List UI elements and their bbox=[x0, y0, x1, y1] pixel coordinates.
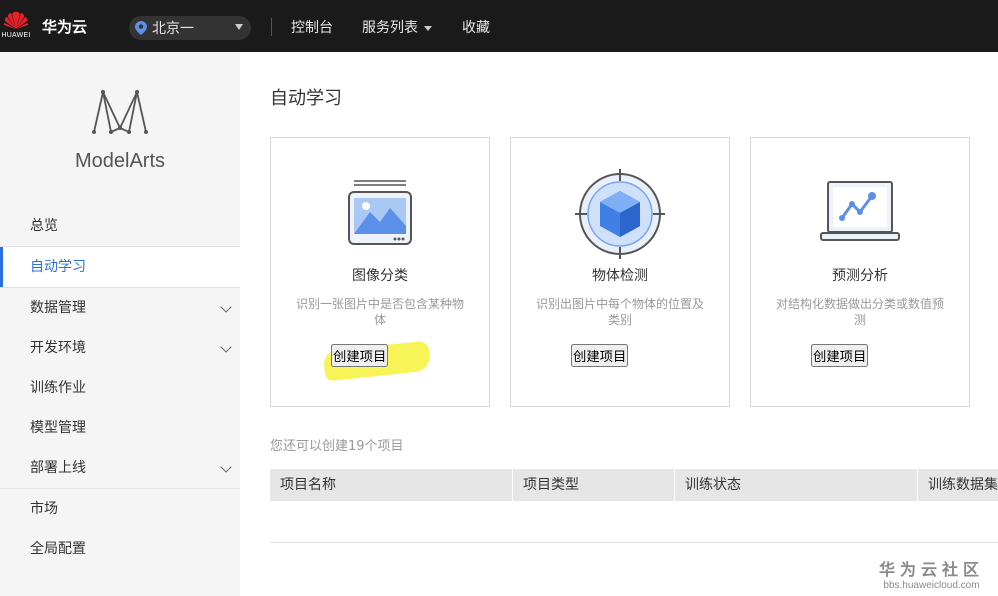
sidebar-item-model-management[interactable]: 模型管理 bbox=[0, 408, 240, 448]
nav-favorites[interactable]: 收藏 bbox=[462, 17, 490, 37]
sidebar-item-auto-learning[interactable]: 自动学习 bbox=[0, 247, 240, 287]
card-title: 物体检测 bbox=[592, 268, 648, 284]
card-illustration bbox=[511, 169, 729, 259]
huawei-flower-icon bbox=[4, 11, 28, 29]
chevron-down-icon bbox=[220, 301, 232, 313]
sidebar-item-dev-environment[interactable]: 开发环境 bbox=[0, 328, 240, 368]
image-classification-icon bbox=[348, 180, 412, 245]
object-detection-icon bbox=[575, 169, 665, 259]
huawei-logo[interactable]: HUAWEI bbox=[2, 10, 30, 44]
card-description: 识别出图片中每个物体的位置及类别 bbox=[536, 297, 705, 327]
sidebar-item-training-jobs[interactable]: 训练作业 bbox=[0, 368, 240, 408]
column-header-project-name[interactable]: 项目名称 bbox=[270, 469, 513, 501]
predictive-analysis-icon bbox=[820, 181, 900, 241]
top-bar: HUAWEI 华为云 北京一 控制台 服务列表 收藏 bbox=[0, 0, 998, 52]
region-selector[interactable]: 北京一 bbox=[129, 16, 251, 40]
card-illustration bbox=[271, 174, 489, 254]
create-project-button-predictive-analysis[interactable]: 创建项目 bbox=[811, 344, 869, 367]
sidebar-item-data-management[interactable]: 数据管理 bbox=[0, 288, 240, 328]
sidebar-item-label: 开发环境 bbox=[30, 340, 86, 356]
sidebar: ModelArts 总览 自动学习 数据管理 开发环境 训练作业 模型管理 部署… bbox=[0, 52, 240, 596]
nav-service-list-label: 服务列表 bbox=[362, 20, 418, 36]
column-header-project-type[interactable]: 项目类型 bbox=[513, 469, 675, 501]
watermark: 华为云社区 bbs.huaweicloud.com bbox=[879, 556, 984, 591]
card-title: 预测分析 bbox=[832, 268, 888, 284]
region-label: 北京一 bbox=[152, 21, 194, 37]
column-header-training-dataset[interactable]: 训练数据集 bbox=[918, 469, 998, 501]
sidebar-item-label: 部署上线 bbox=[30, 460, 86, 476]
watermark-title: 华为云社区 bbox=[878, 560, 984, 579]
card-title: 图像分类 bbox=[352, 268, 408, 284]
modelarts-logo-icon bbox=[92, 89, 148, 134]
product-name: ModelArts bbox=[74, 150, 166, 172]
table-bottom-border bbox=[270, 542, 998, 543]
project-table-header: 项目名称 项目类型 训练状态 训练数据集 bbox=[270, 469, 998, 501]
column-header-training-status[interactable]: 训练状态 bbox=[675, 469, 918, 501]
divider bbox=[271, 18, 272, 36]
brand-name[interactable]: 华为云 bbox=[42, 16, 87, 37]
sidebar-item-global-config[interactable]: 全局配置 bbox=[0, 529, 240, 569]
brand-word: HUAWEI bbox=[1, 32, 31, 39]
sidebar-item-deployment[interactable]: 部署上线 bbox=[0, 448, 240, 488]
caret-down-icon bbox=[235, 24, 243, 30]
create-project-button-image-classification[interactable]: 创建项目 bbox=[331, 344, 389, 367]
page-title: 自动学习 bbox=[270, 88, 342, 109]
sidebar-item-label: 数据管理 bbox=[30, 300, 86, 316]
caret-down-icon bbox=[424, 25, 432, 31]
create-project-button-object-detection[interactable]: 创建项目 bbox=[571, 344, 629, 367]
card-description: 对结构化数据做出分类或数值预测 bbox=[776, 297, 945, 327]
nav-service-list[interactable]: 服务列表 bbox=[362, 17, 432, 37]
remaining-projects-text: 您还可以创建19个项目 bbox=[270, 439, 404, 454]
location-pin-icon bbox=[135, 21, 147, 35]
watermark-url: bbs.huaweicloud.com bbox=[883, 580, 980, 591]
card-illustration bbox=[751, 174, 969, 254]
chevron-down-icon bbox=[220, 461, 232, 473]
sidebar-item-market[interactable]: 市场 bbox=[0, 489, 240, 529]
card-description: 识别一张图片中是否包含某种物体 bbox=[296, 297, 465, 327]
sidebar-item-overview[interactable]: 总览 bbox=[0, 206, 240, 246]
chevron-down-icon bbox=[220, 341, 232, 353]
nav-console[interactable]: 控制台 bbox=[291, 17, 333, 37]
